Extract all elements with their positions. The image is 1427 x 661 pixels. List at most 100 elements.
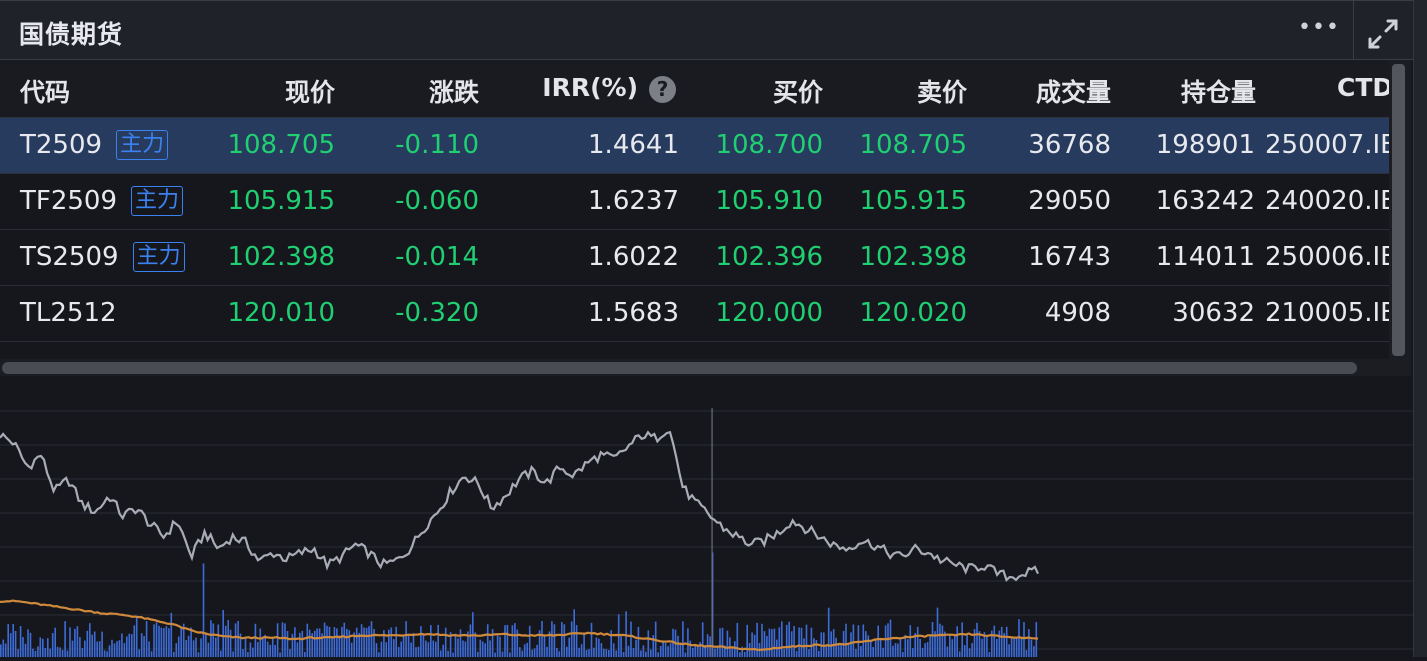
- irr-cell: 1.5683: [588, 298, 679, 328]
- col-header-price[interactable]: 现价: [285, 73, 335, 109]
- volume-bar: [469, 624, 472, 657]
- volume-bar: [894, 643, 897, 657]
- volume-bar: [7, 624, 9, 657]
- volume-bar: [2, 639, 5, 657]
- volume-bar: [442, 644, 444, 657]
- volume-bar: [98, 641, 101, 657]
- volume-bar: [647, 630, 650, 657]
- expand-icon[interactable]: [1366, 17, 1400, 51]
- volume-bar: [170, 612, 173, 657]
- col-header-change[interactable]: 涨跌: [429, 73, 479, 109]
- col-header-bid[interactable]: 买价: [773, 73, 823, 109]
- table-row[interactable]: TS2509 主力 102.398 -0.014 1.6022 102.396 1…: [0, 230, 1389, 286]
- volume-bar: [4, 643, 7, 657]
- horizontal-scroll-thumb[interactable]: [2, 362, 1357, 374]
- volume-bar: [496, 634, 499, 657]
- volume-bar: [163, 628, 165, 657]
- volume-bar: [523, 644, 526, 657]
- volume-bar: [168, 628, 170, 657]
- volume-bar: [874, 640, 877, 657]
- col-header-code[interactable]: 代码: [20, 73, 70, 109]
- volume-bar: [165, 626, 168, 657]
- volume-bar: [19, 626, 22, 657]
- volume-bar: [768, 628, 771, 657]
- volume-bar: [810, 627, 813, 657]
- horizontal-scrollbar[interactable]: [0, 359, 1389, 376]
- volume-bar: [753, 634, 756, 657]
- volume-bar: [121, 633, 123, 657]
- volume-bar: [719, 628, 721, 657]
- volume-bar: [946, 646, 949, 657]
- volume-bar: [281, 622, 284, 657]
- volume-bar: [138, 649, 140, 657]
- volume-bar: [447, 650, 449, 657]
- volume-bar: [813, 638, 815, 657]
- more-dots-icon[interactable]: •••: [1298, 15, 1340, 40]
- volume-bar: [1013, 637, 1015, 657]
- table-row[interactable]: TL2512 120.010 -0.320 1.5683 120.000 120…: [0, 286, 1389, 342]
- volume-cell: 16743: [1028, 242, 1111, 272]
- volume-bar: [249, 642, 252, 657]
- volume-bar: [131, 634, 133, 657]
- volume-bar: [988, 652, 991, 657]
- volume-bar: [677, 635, 679, 657]
- volume-bar: [76, 626, 79, 657]
- volume-bar: [781, 621, 783, 657]
- intraday-chart[interactable]: [0, 378, 1413, 657]
- volume-bar: [936, 607, 939, 657]
- volume-bar: [1028, 629, 1030, 657]
- volume-bar: [976, 622, 978, 657]
- volume-bar: [600, 643, 603, 657]
- volume-bar: [81, 648, 84, 657]
- volume-bar: [365, 627, 368, 657]
- help-icon[interactable]: ?: [649, 76, 676, 103]
- volume-bar: [543, 634, 546, 657]
- vertical-scrollbar[interactable]: [1389, 60, 1411, 376]
- price-cell: 105.915: [227, 186, 335, 216]
- volume-bar: [155, 622, 158, 657]
- volume-bar: [422, 635, 425, 657]
- volume-bar: [380, 641, 383, 657]
- volume-bars: [0, 552, 1038, 657]
- volume-bar: [605, 649, 608, 657]
- table-row[interactable]: TF2509 主力 105.915 -0.060 1.6237 105.910 1…: [0, 174, 1389, 230]
- volume-bar: [516, 629, 519, 657]
- table-header: 代码 现价 涨跌 IRR(%) ? 买价 卖价 成交量 持仓量 CTD: [0, 60, 1389, 118]
- volume-bar: [430, 625, 432, 657]
- volume-bar: [37, 646, 39, 657]
- col-header-volume[interactable]: 成交量: [1036, 73, 1111, 109]
- ask-cell: 120.020: [859, 298, 967, 328]
- contract-code: TS2509: [20, 242, 119, 272]
- vertical-scroll-thumb[interactable]: [1392, 64, 1405, 356]
- main-contract-badge: 主力: [116, 130, 169, 160]
- volume-bar: [54, 627, 56, 657]
- chart-grid: [0, 410, 1413, 650]
- volume-bar: [390, 627, 393, 657]
- volume-bar: [551, 621, 553, 657]
- volume-bar: [566, 646, 568, 657]
- volume-bar: [511, 625, 514, 657]
- volume-bar: [44, 647, 47, 657]
- volume-bar: [113, 643, 116, 657]
- volume-bar: [202, 563, 205, 657]
- volume-bar: [14, 631, 17, 657]
- col-header-oi[interactable]: 持仓量: [1181, 73, 1256, 109]
- volume-bar: [326, 625, 328, 657]
- volume-bar: [491, 629, 494, 657]
- volume-bar: [847, 643, 850, 657]
- volume-bar: [128, 633, 131, 657]
- volume-bar: [247, 652, 249, 657]
- table-row[interactable]: T2509 主力 108.705 -0.110 1.4641 108.700 10…: [0, 118, 1389, 174]
- col-header-ctd[interactable]: CTD: [1337, 73, 1389, 102]
- col-header-irr[interactable]: IRR(%): [542, 73, 638, 102]
- volume-bar: [924, 643, 926, 657]
- volume-bar: [363, 627, 365, 657]
- volume-bar: [887, 623, 889, 657]
- col-header-ask[interactable]: 卖价: [917, 73, 967, 109]
- volume-bar: [1008, 644, 1010, 657]
- volume-bar: [899, 637, 902, 657]
- volume-bar: [771, 629, 773, 657]
- volume-bar: [766, 636, 768, 657]
- volume-bar: [289, 649, 291, 657]
- volume-bar: [714, 648, 716, 657]
